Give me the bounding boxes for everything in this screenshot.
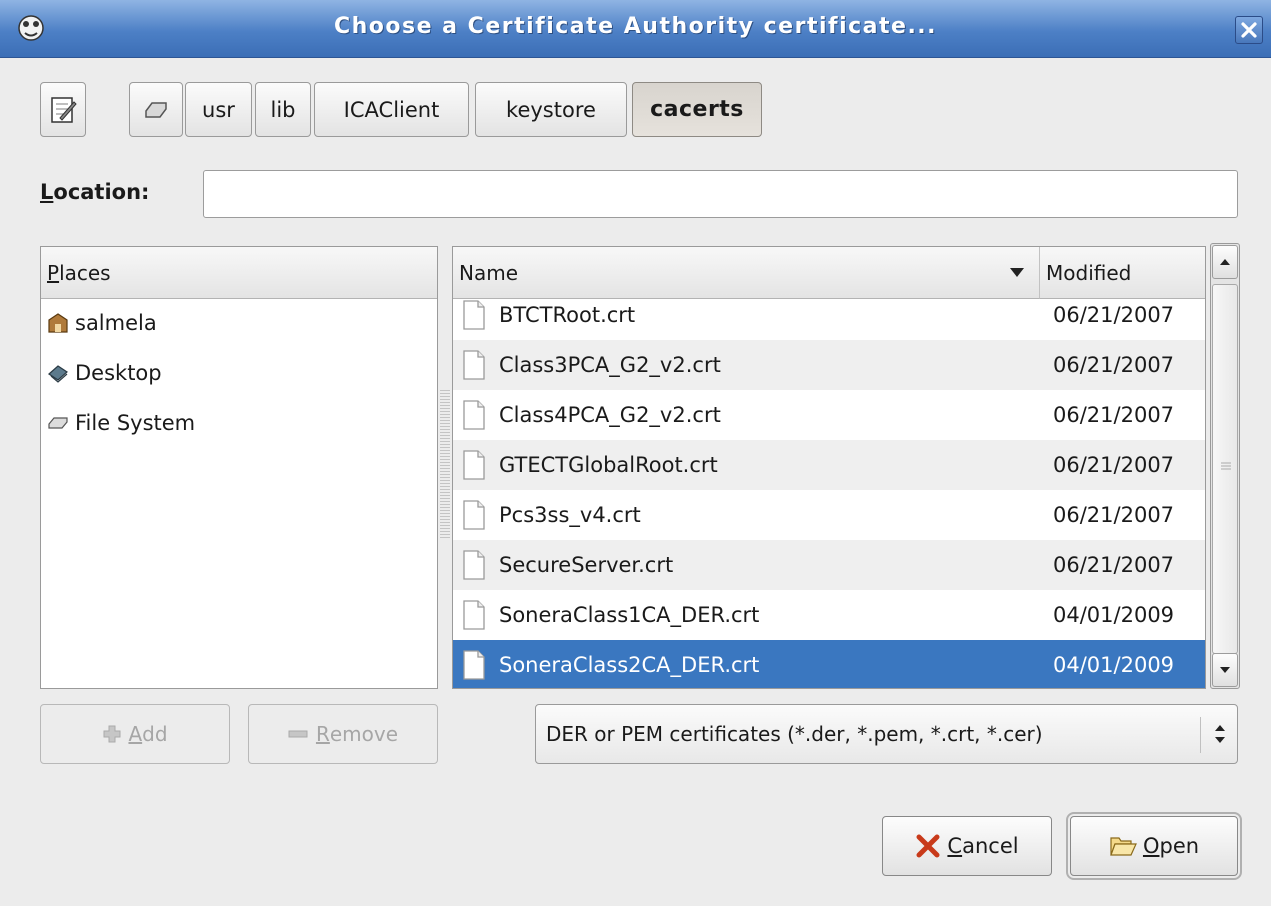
file-row[interactable]: Class3PCA_G2_v2.crt 06/21/2007 [453,340,1205,390]
file-name: SoneraClass1CA_DER.crt [499,603,760,627]
file-row[interactable]: Class4PCA_G2_v2.crt 06/21/2007 [453,390,1205,440]
path-segment-usr[interactable]: usr [185,82,252,137]
file-row[interactable]: SecureServer.crt 06/21/2007 [453,540,1205,590]
arrow-down-icon [1220,667,1230,673]
file-name: Pcs3ss_v4.crt [499,503,641,527]
path-segment-lib[interactable]: lib [255,82,311,137]
path-segment-label: cacerts [650,97,744,122]
file-modified: 04/01/2009 [1053,653,1175,677]
place-desktop[interactable]: Desktop [47,361,162,385]
title-bar: Choose a Certificate Authority certifica… [0,0,1271,58]
file-icon [463,400,485,430]
location-field[interactable] [203,170,1238,218]
place-home[interactable]: salmela [47,311,157,335]
desktop-icon [48,365,68,383]
cancel-button[interactable]: Cancel [882,816,1052,876]
places-header[interactable]: Places [41,247,437,299]
file-list: Name Modified BTCTRoot.crt 06/21/2007 Clas… [452,246,1206,689]
file-icon [463,650,485,680]
file-icon [463,350,485,380]
place-filesystem[interactable]: File System [47,411,195,435]
places-pane: Places salmela Desktop File System [40,246,438,689]
path-root-button[interactable] [129,82,183,137]
path-segment-icaclient[interactable]: ICAClient [314,82,469,137]
file-name: Class3PCA_G2_v2.crt [499,353,721,377]
window-title: Choose a Certificate Authority certifica… [333,14,938,39]
open-folder-icon [1110,837,1137,856]
scroll-down-button[interactable] [1212,653,1238,687]
file-row[interactable]: SoneraClass1CA_DER.crt 04/01/2009 [453,590,1205,640]
file-name: BTCTRoot.crt [499,303,636,327]
path-segment-label: usr [202,97,235,122]
remove-bookmark-button[interactable]: Remove [248,704,438,764]
plus-icon [103,725,121,743]
file-row[interactable]: GTECTGlobalRoot.crt 06/21/2007 [453,440,1205,490]
edit-location-toggle[interactable] [40,82,86,137]
open-button[interactable]: Open [1066,812,1242,880]
arrow-up-icon [1220,259,1230,265]
path-segment-label: keystore [506,97,596,122]
grip-icon [1221,462,1231,470]
updown-arrows-icon [1215,725,1225,743]
file-icon [463,300,485,330]
scroll-thumb[interactable] [1212,284,1238,654]
file-list-scrollbar[interactable] [1210,243,1240,689]
path-segment-label: ICAClient [343,97,440,122]
location-label: Location: [40,180,150,204]
close-button[interactable] [1235,16,1263,44]
cancel-icon [916,834,940,858]
file-name: SoneraClass2CA_DER.crt [499,653,760,677]
path-segment-keystore[interactable]: keystore [475,82,627,137]
file-name: SecureServer.crt [499,553,674,577]
file-modified: 06/21/2007 [1053,403,1175,427]
hard-drive-icon [145,101,167,118]
minus-icon [288,730,308,738]
file-name: Class4PCA_G2_v2.crt [499,403,721,427]
place-label: Desktop [75,361,162,385]
file-modified: 06/21/2007 [1053,553,1175,577]
file-row[interactable]: Pcs3ss_v4.crt 06/21/2007 [453,490,1205,540]
home-folder-icon [48,313,68,333]
file-type-filter[interactable]: DER or PEM certificates (*.der, *.pem, *… [535,704,1238,764]
path-segment-cacerts[interactable]: cacerts [632,82,762,137]
file-modified: 06/21/2007 [1053,303,1175,327]
close-icon [1241,22,1257,38]
edit-icon [51,96,77,123]
file-row[interactable]: SoneraClass2CA_DER.crt 04/01/2009 [453,640,1205,688]
file-modified: 06/21/2007 [1053,503,1175,527]
file-icon [463,600,485,630]
pane-splitter[interactable] [440,390,450,540]
filter-separator [1200,717,1201,753]
file-row[interactable]: BTCTRoot.crt 06/21/2007 [453,290,1205,340]
add-bookmark-button[interactable]: Add [40,704,230,764]
hard-drive-icon [48,417,68,429]
file-modified: 04/01/2009 [1053,603,1175,627]
file-icon [463,550,485,580]
sort-down-icon [1010,268,1024,277]
scroll-up-button[interactable] [1212,245,1238,279]
path-segment-label: lib [270,97,296,122]
file-icon [463,500,485,530]
file-modified: 06/21/2007 [1053,353,1175,377]
file-modified: 06/21/2007 [1053,453,1175,477]
place-label: salmela [75,311,157,335]
place-label: File System [75,411,196,435]
file-icon [463,450,485,480]
file-name: GTECTGlobalRoot.crt [499,453,718,477]
filter-selected: DER or PEM certificates (*.der, *.pem, *… [546,722,1043,746]
